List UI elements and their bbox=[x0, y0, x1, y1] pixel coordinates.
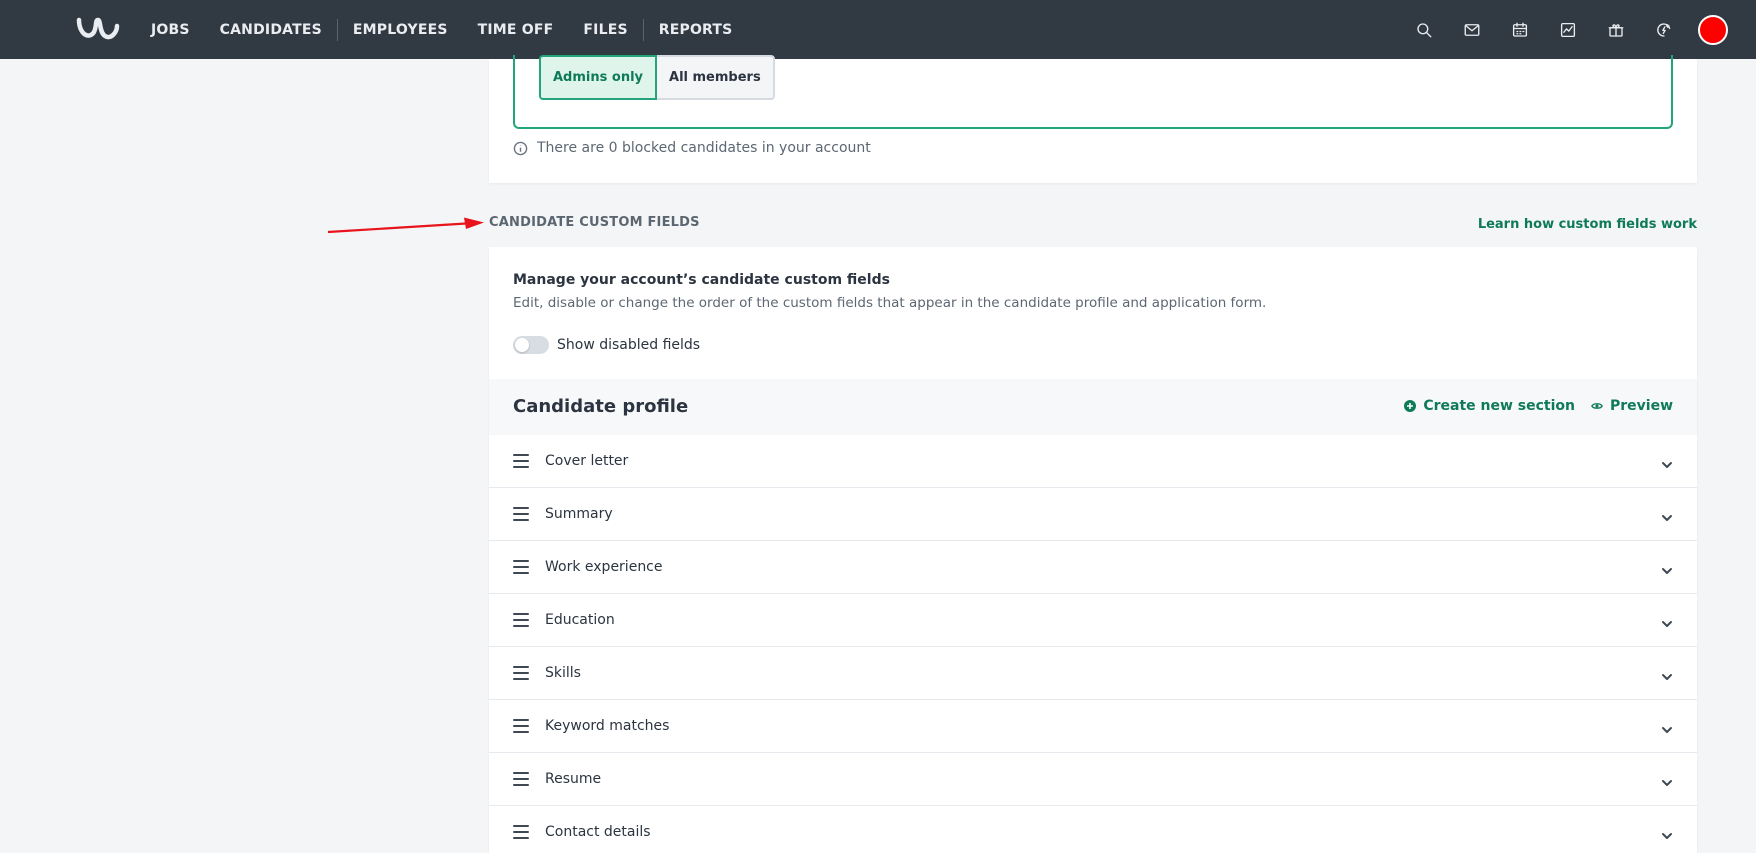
field-label: Skills bbox=[545, 665, 581, 681]
field-row-contact-details[interactable]: Contact details bbox=[489, 806, 1697, 853]
drag-handle-icon[interactable] bbox=[513, 613, 529, 627]
user-avatar[interactable] bbox=[1698, 14, 1728, 45]
field-row-cover-letter[interactable]: Cover letter bbox=[489, 435, 1697, 488]
drag-handle-icon[interactable] bbox=[513, 560, 529, 574]
blocked-candidates-card: Admins only All members There are 0 bloc… bbox=[489, 55, 1697, 183]
learn-custom-fields-link[interactable]: Learn how custom fields work bbox=[1478, 217, 1697, 232]
chevron-down-icon[interactable] bbox=[1661, 721, 1673, 733]
field-row-work-experience[interactable]: Work experience bbox=[489, 541, 1697, 594]
calendar-icon[interactable] bbox=[1496, 0, 1544, 59]
create-new-section-button[interactable]: Create new section bbox=[1404, 398, 1575, 414]
admins-only-button[interactable]: Admins only bbox=[539, 55, 658, 100]
gift-icon[interactable] bbox=[1592, 0, 1640, 59]
candidate-profile-header: Candidate profile Create new section Pre… bbox=[489, 379, 1697, 435]
plus-circle-icon bbox=[1404, 400, 1417, 412]
field-row-keyword-matches[interactable]: Keyword matches bbox=[489, 700, 1697, 753]
all-members-button[interactable]: All members bbox=[657, 55, 775, 100]
field-row-education[interactable]: Education bbox=[489, 594, 1697, 647]
nav-reports[interactable]: REPORTS bbox=[644, 0, 748, 59]
create-new-section-label: Create new section bbox=[1423, 398, 1575, 414]
field-row-summary[interactable]: Summary bbox=[489, 488, 1697, 541]
nav-utilities bbox=[1400, 0, 1756, 59]
nav-time-off[interactable]: TIME OFF bbox=[463, 0, 569, 59]
field-label: Keyword matches bbox=[545, 718, 670, 734]
show-disabled-fields-row: Show disabled fields bbox=[513, 336, 700, 354]
field-label: Summary bbox=[545, 506, 613, 522]
custom-fields-card: Manage your account’s candidate custom f… bbox=[489, 247, 1697, 853]
drag-handle-icon[interactable] bbox=[513, 772, 529, 786]
section-heading-candidate-custom-fields: CANDIDATE CUSTOM FIELDS bbox=[489, 215, 700, 230]
field-label: Cover letter bbox=[545, 453, 629, 469]
chevron-down-icon[interactable] bbox=[1661, 615, 1673, 627]
nav-jobs[interactable]: JOBS bbox=[136, 0, 205, 59]
drag-handle-icon[interactable] bbox=[513, 825, 529, 839]
chart-icon[interactable] bbox=[1544, 0, 1592, 59]
custom-fields-list: Cover letter Summary Work experience Edu… bbox=[489, 435, 1697, 853]
mail-icon[interactable] bbox=[1448, 0, 1496, 59]
nav-employees[interactable]: EMPLOYEES bbox=[338, 0, 463, 59]
drag-handle-icon[interactable] bbox=[513, 454, 529, 468]
field-row-skills[interactable]: Skills bbox=[489, 647, 1697, 700]
visibility-selector-box: Admins only All members bbox=[513, 55, 1673, 129]
workable-logo-icon[interactable] bbox=[75, 12, 125, 46]
blocked-candidates-note: There are 0 blocked candidates in your a… bbox=[513, 140, 871, 156]
chevron-down-icon[interactable] bbox=[1661, 562, 1673, 574]
preview-label: Preview bbox=[1609, 398, 1673, 414]
annotation-arrow-icon bbox=[327, 217, 484, 234]
search-icon[interactable] bbox=[1400, 0, 1448, 59]
eye-icon bbox=[1591, 403, 1603, 409]
blocked-note-text: There are 0 blocked candidates in your a… bbox=[537, 140, 871, 156]
drag-handle-icon[interactable] bbox=[513, 666, 529, 680]
field-row-resume[interactable]: Resume bbox=[489, 753, 1697, 806]
info-icon bbox=[513, 141, 528, 156]
drag-handle-icon[interactable] bbox=[513, 507, 529, 521]
preview-button[interactable]: Preview bbox=[1591, 398, 1673, 414]
show-disabled-fields-label: Show disabled fields bbox=[557, 337, 701, 353]
nav-files[interactable]: FILES bbox=[568, 0, 642, 59]
custom-fields-title: Manage your account’s candidate custom f… bbox=[513, 272, 890, 288]
profile-actions: Create new section Preview bbox=[1388, 398, 1673, 414]
visibility-segmented-control: Admins only All members bbox=[539, 55, 775, 100]
chevron-down-icon[interactable] bbox=[1661, 668, 1673, 680]
chevron-down-icon[interactable] bbox=[1661, 456, 1673, 468]
field-label: Work experience bbox=[545, 559, 663, 575]
top-navigation-bar: JOBS CANDIDATES EMPLOYEES TIME OFF FILES… bbox=[0, 0, 1756, 59]
chevron-down-icon[interactable] bbox=[1661, 774, 1673, 786]
field-label: Contact details bbox=[545, 824, 651, 840]
custom-fields-description: Edit, disable or change the order of the… bbox=[513, 295, 1267, 311]
field-label: Education bbox=[545, 612, 615, 628]
chevron-down-icon[interactable] bbox=[1661, 509, 1673, 521]
field-label: Resume bbox=[545, 771, 602, 787]
updates-icon[interactable] bbox=[1640, 0, 1688, 59]
chevron-down-icon[interactable] bbox=[1661, 827, 1673, 839]
candidate-profile-title: Candidate profile bbox=[513, 396, 689, 417]
drag-handle-icon[interactable] bbox=[513, 719, 529, 733]
nav-candidates[interactable]: CANDIDATES bbox=[205, 0, 337, 59]
show-disabled-fields-toggle[interactable] bbox=[513, 336, 549, 354]
main-nav: JOBS CANDIDATES EMPLOYEES TIME OFF FILES… bbox=[136, 0, 747, 59]
